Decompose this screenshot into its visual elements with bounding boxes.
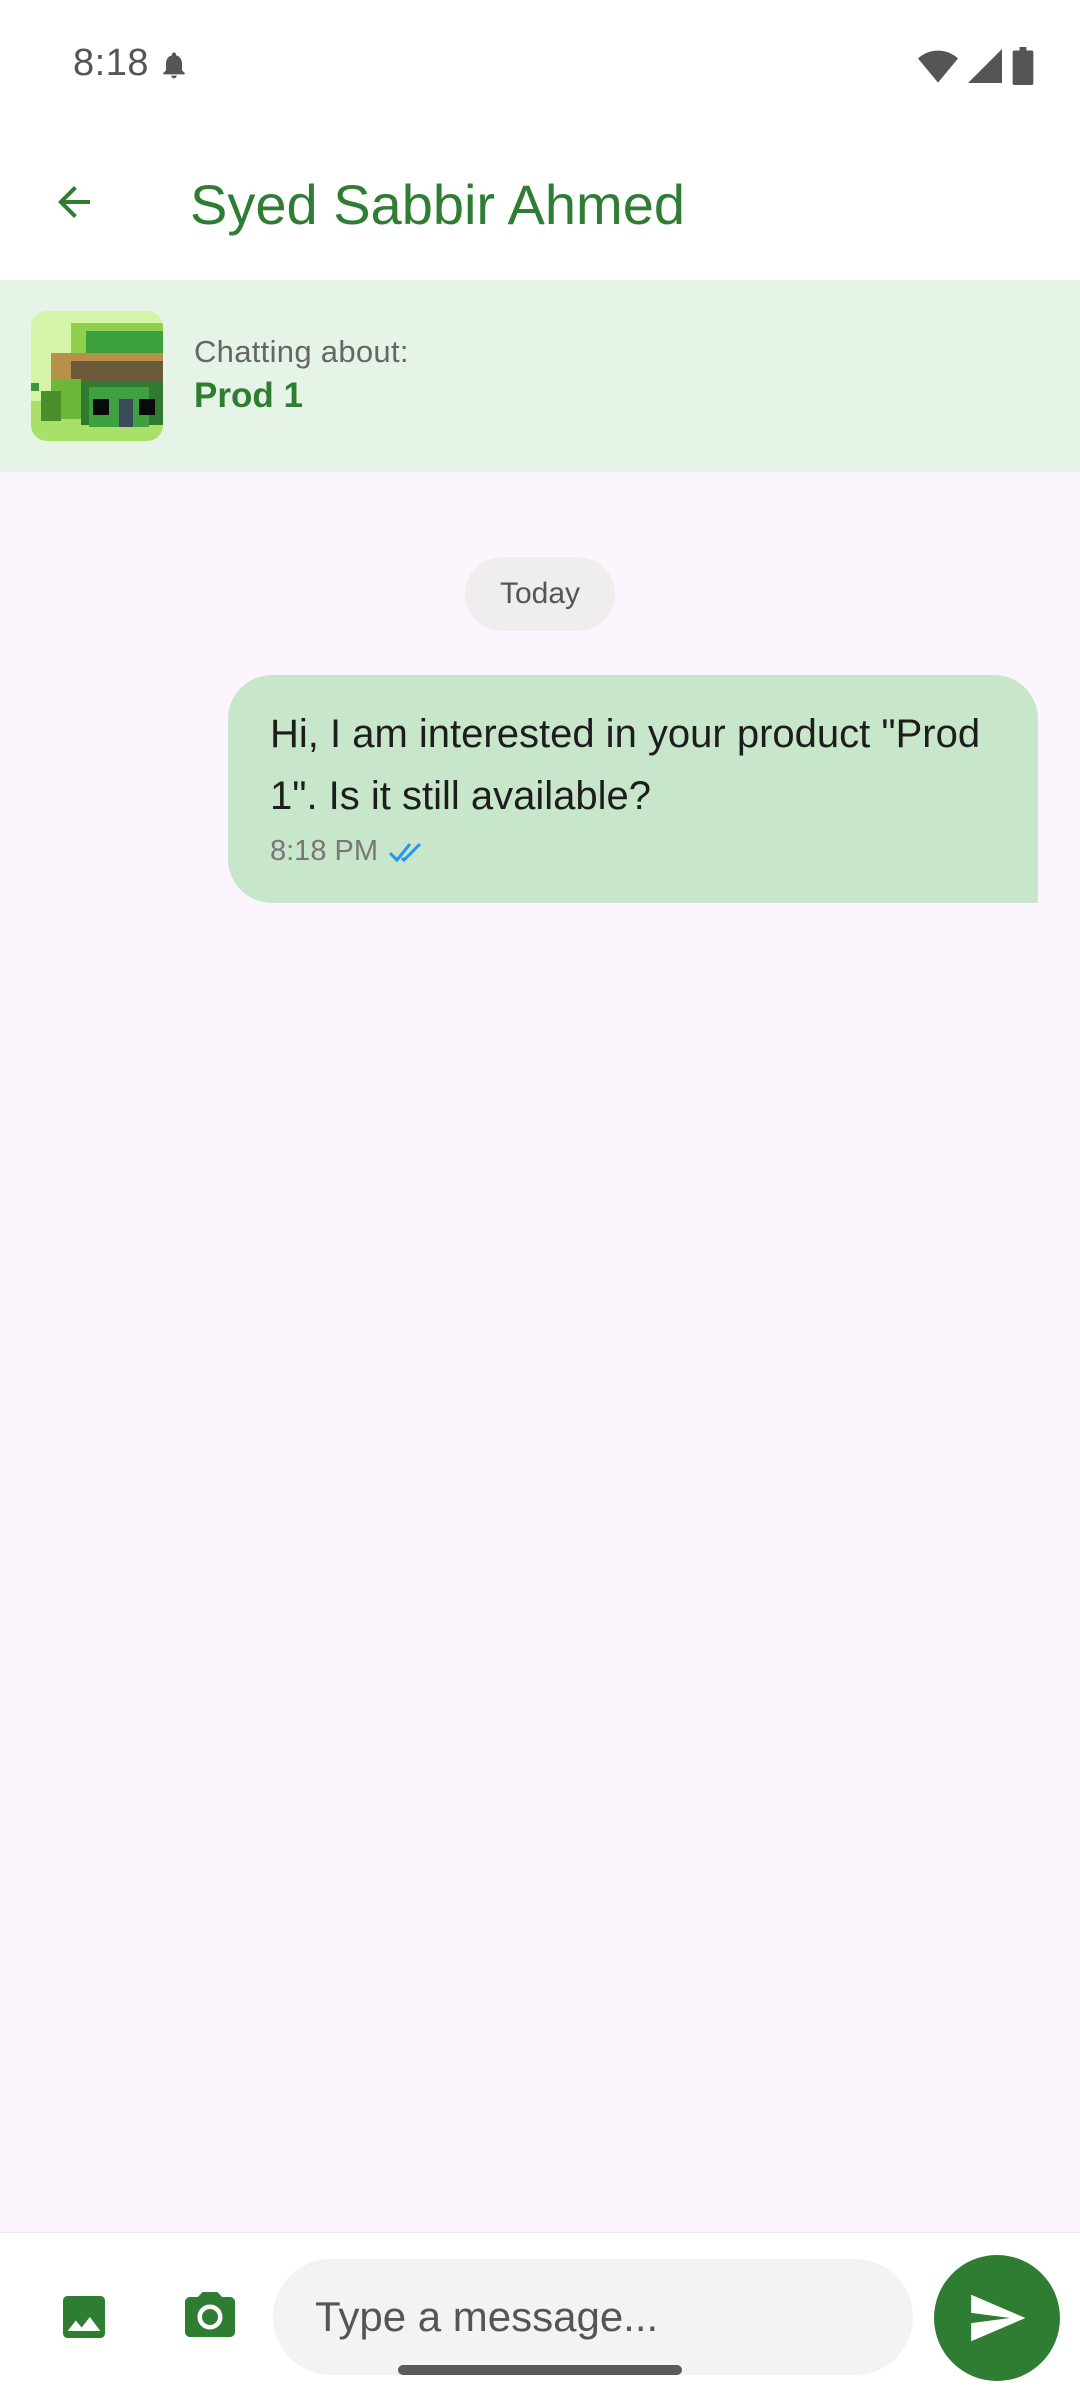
contact-name-title: Syed Sabbir Ahmed: [190, 173, 685, 236]
date-divider: Today: [465, 557, 615, 631]
product-name[interactable]: Prod 1: [194, 376, 303, 416]
arrow-back-icon: [58, 186, 90, 218]
send-button[interactable]: [934, 2255, 1060, 2381]
product-banner[interactable]: Chatting about: Prod 1: [0, 280, 1080, 472]
product-image: [31, 311, 163, 441]
chat-screen: 8:18 Syed Sabbir Ahmed Chatting about: P…: [0, 0, 1080, 2400]
notification-bell-icon: [163, 52, 185, 79]
back-button[interactable]: [30, 158, 118, 246]
gesture-nav-handle[interactable]: [398, 2365, 682, 2375]
message-input-container[interactable]: [273, 2259, 913, 2375]
status-icons: [918, 46, 1034, 86]
outgoing-message-bubble[interactable]: Hi, I am interested in your product "Pro…: [228, 675, 1038, 903]
gallery-button[interactable]: [44, 2277, 124, 2357]
send-icon: [971, 2294, 1026, 2342]
cellular-signal-icon: [968, 49, 1002, 83]
message-meta: 8:18 PM: [270, 835, 426, 868]
image-icon: [63, 2296, 105, 2338]
camera-button[interactable]: [170, 2277, 250, 2357]
message-input[interactable]: [315, 2259, 895, 2375]
app-bar: Syed Sabbir Ahmed: [0, 130, 1080, 280]
wifi-icon: [918, 50, 958, 83]
message-text: Hi, I am interested in your product "Pro…: [270, 712, 981, 818]
double-check-icon: [388, 842, 422, 862]
message-time: 8:18 PM: [270, 835, 378, 867]
status-bar: 8:18: [0, 0, 1080, 130]
camera-icon: [185, 2292, 235, 2337]
status-time: 8:18: [73, 42, 149, 84]
product-thumbnail[interactable]: [31, 311, 163, 441]
battery-icon: [1012, 47, 1034, 85]
chatting-about-label: Chatting about:: [194, 334, 409, 369]
